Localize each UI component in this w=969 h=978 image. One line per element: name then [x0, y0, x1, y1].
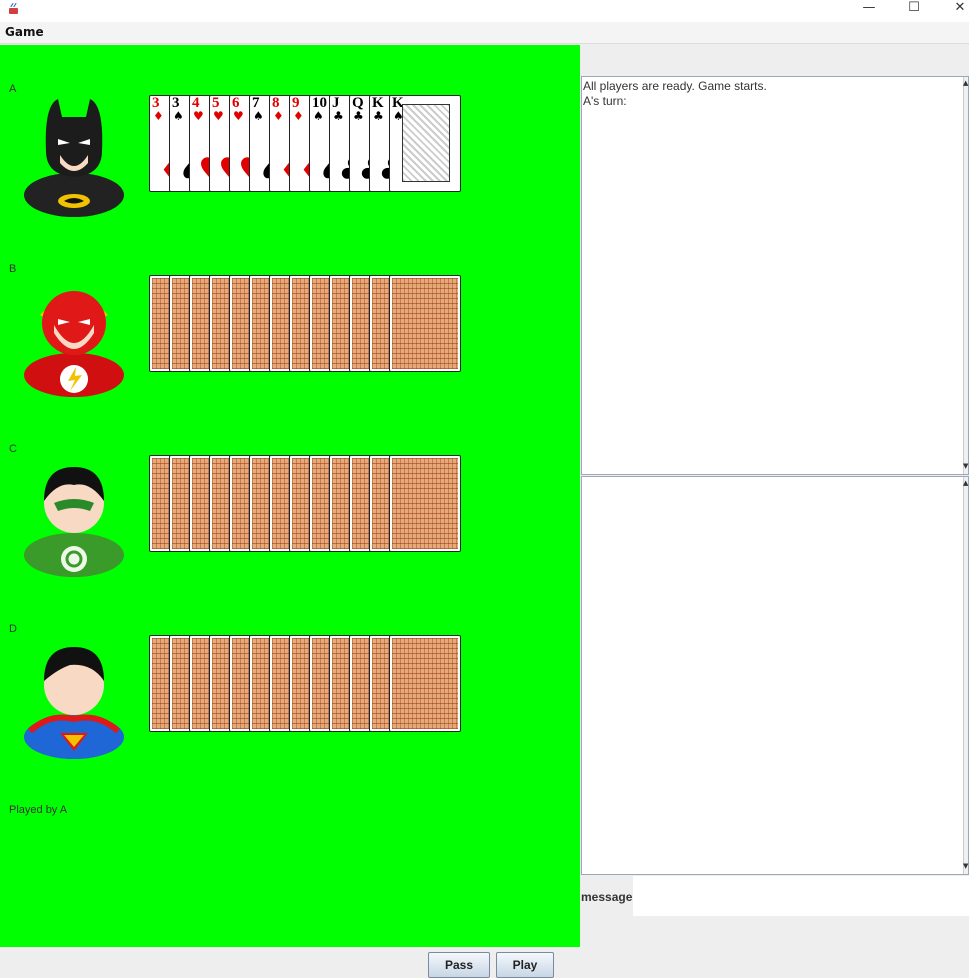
chat-log[interactable]: ▲ ▼ — [581, 476, 969, 875]
playing-card[interactable]: K♠♠ — [389, 95, 461, 192]
menu-bar: Game — [0, 22, 969, 44]
menu-game[interactable]: Game — [5, 25, 44, 39]
java-app-icon — [9, 2, 18, 14]
superman-avatar — [20, 635, 128, 759]
card-suit-icon: ♥ — [213, 109, 224, 123]
card-suit-icon: ♣ — [333, 109, 344, 123]
hand-c — [149, 455, 462, 552]
message-label: message — [581, 890, 633, 904]
message-input[interactable] — [633, 876, 969, 916]
minimize-button[interactable]: — — [846, 0, 892, 22]
game-table: A3♦♦3♠♠4♥♥5♥♥6♥♥7♠♠8♦♦9♦♦10♠♠J♣♣Q♣♣K♣♣K♠… — [0, 45, 580, 947]
maximize-button[interactable]: ☐ — [891, 0, 937, 22]
card-suit-icon: ♣ — [353, 109, 364, 123]
title-bar: — ☐ ✕ — [0, 0, 969, 22]
player-name-c: C — [9, 443, 17, 455]
hand-b — [149, 275, 462, 372]
close-button[interactable]: ✕ — [937, 0, 969, 22]
card-back-pattern — [392, 638, 458, 729]
card-suit-icon: ♦ — [273, 109, 284, 123]
player-name-a: A — [9, 83, 17, 95]
log-line: A's turn: — [583, 94, 627, 108]
played-by-label: Played by A — [9, 804, 68, 816]
hand-a[interactable]: 3♦♦3♠♠4♥♥5♥♥6♥♥7♠♠8♦♦9♦♦10♠♠J♣♣Q♣♣K♣♣K♠♠ — [149, 95, 462, 192]
chat-scrollbar[interactable]: ▲ ▼ — [963, 477, 968, 874]
play-button[interactable]: Play — [496, 952, 554, 978]
card-back — [389, 455, 461, 552]
card-back-pattern — [392, 458, 458, 549]
scroll-up-icon[interactable]: ▲ — [963, 479, 968, 489]
scroll-down-icon[interactable]: ▼ — [963, 862, 968, 872]
card-suit-icon: ♠ — [313, 109, 324, 123]
flash-avatar — [20, 275, 128, 399]
player-name-d: D — [9, 623, 17, 635]
card-suit-icon: ♥ — [193, 109, 204, 123]
game-log[interactable]: All players are ready. Game starts. A's t… — [581, 76, 969, 475]
pass-button[interactable]: Pass — [428, 952, 490, 978]
green-lantern-avatar — [20, 455, 128, 579]
card-suit-icon: ♦ — [293, 109, 304, 123]
hand-d — [149, 635, 462, 732]
card-suit-icon: ♥ — [233, 109, 244, 123]
player-name-b: B — [9, 263, 17, 275]
log-scrollbar[interactable]: ▲ ▼ — [963, 77, 968, 474]
card-suit-icon: ♠ — [173, 109, 184, 123]
king-face-icon — [402, 104, 450, 182]
log-line: All players are ready. Game starts. — [583, 79, 767, 93]
scroll-down-icon[interactable]: ▼ — [963, 462, 968, 472]
card-suit-icon: ♠ — [253, 109, 264, 123]
card-back-pattern — [392, 278, 458, 369]
card-suit-icon: ♦ — [153, 109, 164, 123]
batman-avatar — [20, 95, 128, 219]
scroll-up-icon[interactable]: ▲ — [963, 79, 968, 89]
card-back — [389, 275, 461, 372]
card-suit-icon: ♣ — [373, 109, 384, 123]
card-back — [389, 635, 461, 732]
